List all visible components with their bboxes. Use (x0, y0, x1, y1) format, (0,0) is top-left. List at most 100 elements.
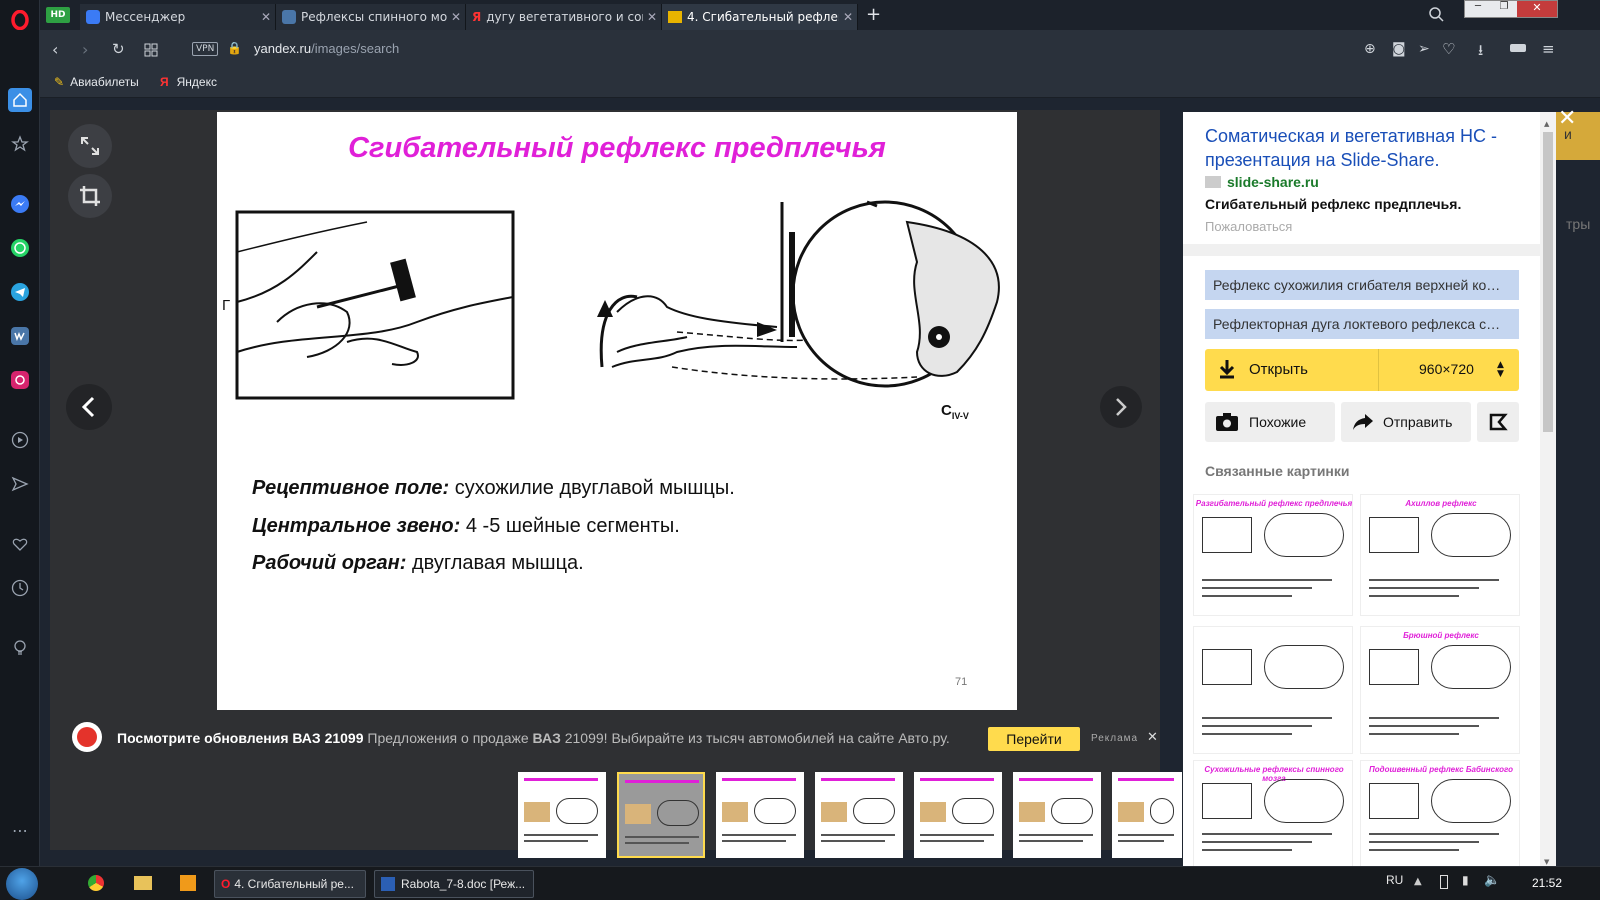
heart-icon[interactable] (8, 532, 32, 556)
thumbnail[interactable] (815, 772, 903, 858)
telegram-icon[interactable] (8, 280, 32, 304)
organ-label: Рабочий орган: (252, 552, 407, 574)
open-button[interactable]: Открыть 960×720 ▲ ▼ (1205, 349, 1519, 391)
thumbnail[interactable] (914, 772, 1002, 858)
thumbnail[interactable] (1112, 772, 1182, 858)
camera-icon[interactable]: ◙ (1392, 41, 1406, 57)
battery-icon[interactable] (1510, 44, 1526, 52)
back-icon[interactable]: ‹ (52, 40, 58, 59)
taskbar-opera-window[interactable]: O 4. Сгибательный ре... (214, 870, 366, 898)
related-image[interactable]: Разгибательный рефлекс предплечья (1193, 494, 1353, 616)
explorer-icon[interactable] (134, 876, 152, 890)
source-site-link[interactable]: slide-share.ru (1205, 174, 1319, 190)
zoom-icon[interactable]: ⊕ (1364, 41, 1376, 57)
start-icon[interactable] (6, 868, 38, 900)
more-icon[interactable]: ⋯ (8, 818, 32, 842)
tab-messenger[interactable]: Мессенджер ✕ (80, 4, 276, 30)
related-image[interactable]: Брюшной рефлекс (1360, 626, 1520, 754)
share-icon[interactable]: ➢ (1418, 41, 1430, 57)
chrome-icon[interactable] (88, 875, 104, 891)
auto-ru-logo-icon (72, 722, 102, 752)
media-player-icon[interactable] (180, 875, 196, 891)
menu-icon[interactable]: ≡ (1542, 40, 1555, 58)
prev-image-button[interactable] (66, 384, 112, 430)
new-tab-icon[interactable]: + (866, 4, 881, 25)
volume-icon[interactable]: 🔈 (1484, 873, 1500, 888)
clock[interactable]: 21:52 (1532, 876, 1562, 890)
messenger-icon[interactable] (8, 192, 32, 216)
crop-icon[interactable] (68, 174, 112, 218)
source-title-link[interactable]: Соматическая и вегетативная НС - презент… (1205, 124, 1535, 172)
central-link-line: Центральное звено: 4 -5 шейные сегменты. (252, 515, 680, 538)
restore-icon[interactable]: ❐ (1491, 1, 1517, 17)
thumbnail[interactable] (716, 772, 804, 858)
tabs-grid-icon[interactable] (144, 42, 158, 61)
next-image-button[interactable] (1100, 386, 1142, 428)
close-viewer-icon[interactable]: ✕ (1558, 106, 1576, 131)
close-icon[interactable]: ✕ (839, 10, 857, 24)
size-select[interactable]: 960×720 (1419, 361, 1474, 377)
size-toggle-icon[interactable]: ▲ ▼ (1497, 361, 1504, 379)
opera-logo-icon[interactable] (8, 8, 32, 32)
hd-tab-icon[interactable]: HD (46, 7, 70, 23)
panel-scrollbar[interactable]: ▲ ▼ (1540, 112, 1556, 870)
ad-go-button[interactable]: Перейти (988, 727, 1080, 751)
related-image[interactable]: Сухожильные рефлексы спинного мозга (1193, 760, 1353, 870)
bookmark-label: Авиабилеты (70, 75, 139, 89)
thumbnail[interactable] (617, 772, 705, 858)
opera-task-icon: O (221, 877, 231, 891)
downloads-icon[interactable]: ⭳ (1478, 40, 1483, 65)
tab-title: 4. Сгибательный рефлекс (687, 10, 839, 24)
url-field[interactable]: yandex.ru/images/search (254, 41, 399, 56)
tag-link[interactable]: Рефлекс сухожилия сгибателя верхней ко… (1205, 270, 1519, 300)
instagram-icon[interactable] (8, 368, 32, 392)
wand-icon: ✎ (54, 75, 65, 89)
whatsapp-icon[interactable] (8, 236, 32, 260)
page-edge-text: тры (1566, 216, 1591, 232)
vpn-badge[interactable]: VPN (192, 42, 219, 56)
send-button[interactable]: Отправить (1341, 402, 1471, 442)
complain-link[interactable]: Пожаловаться (1205, 219, 1292, 234)
related-image[interactable] (1193, 626, 1353, 754)
thumbnail[interactable] (518, 772, 606, 858)
collection-button[interactable] (1477, 402, 1519, 442)
tab-flexion-reflex[interactable]: 4. Сгибательный рефлекс ✕ (662, 4, 858, 30)
lightbulb-icon[interactable] (8, 636, 32, 660)
tray-arrow-icon[interactable]: ▲ (1414, 876, 1422, 887)
thumbnail[interactable] (1013, 772, 1101, 858)
tab-reflex-arc[interactable]: Я дугу вегетативного и сома ✕ (466, 4, 662, 30)
close-icon[interactable]: ✕ (447, 10, 465, 24)
favorite-heart-icon[interactable]: ♡ (1442, 40, 1455, 58)
taskbar-word-window[interactable]: Rabota_7-8.doc [Реж... (374, 870, 534, 898)
forward-icon[interactable]: › (82, 40, 88, 59)
similar-button[interactable]: Похожие (1205, 402, 1335, 442)
related-image[interactable]: Ахиллов рефлекс (1360, 494, 1520, 616)
ad-close-icon[interactable]: ✕ (1147, 730, 1158, 745)
close-icon[interactable]: ✕ (257, 10, 275, 24)
player-icon[interactable] (8, 428, 32, 452)
ad-text[interactable]: Посмотрите обновления ВАЗ 21099 Предложе… (117, 730, 950, 746)
related-image-title: Брюшной рефлекс (1403, 631, 1479, 640)
receptive-label: Рецептивное поле: (252, 477, 450, 499)
related-image[interactable]: Подошвенный рефлекс Бабинского (1360, 760, 1520, 870)
bookmarks-icon[interactable] (8, 132, 32, 156)
close-icon[interactable]: ✕ (643, 10, 661, 24)
tab-search-icon[interactable] (1428, 6, 1444, 26)
minimize-icon[interactable]: ─ (1465, 1, 1491, 17)
history-icon[interactable] (8, 576, 32, 600)
send-icon[interactable] (8, 472, 32, 496)
tab-reflexes[interactable]: Рефлексы спинного мозг ✕ (276, 4, 466, 30)
bookmark-aviatickets[interactable]: ✎ Авиабилеты (54, 75, 139, 89)
reload-icon[interactable]: ↻ (112, 40, 125, 58)
vk-icon[interactable] (8, 324, 32, 348)
tag-link[interactable]: Рефлекторная дуга локтевого рефлекса с… (1205, 309, 1519, 339)
language-indicator[interactable]: RU (1386, 873, 1403, 887)
close-window-icon[interactable]: ✕ (1517, 1, 1557, 17)
network-icon[interactable]: ▮ (1462, 873, 1469, 887)
battery-tray-icon[interactable] (1440, 875, 1448, 889)
fullscreen-icon[interactable] (68, 124, 112, 168)
speed-dial-icon[interactable] (8, 88, 32, 112)
taskbar-label: Rabota_7-8.doc [Реж... (401, 877, 526, 891)
bookmark-yandex[interactable]: Я Яндекс (160, 75, 217, 89)
camera-search-icon (1215, 412, 1239, 436)
